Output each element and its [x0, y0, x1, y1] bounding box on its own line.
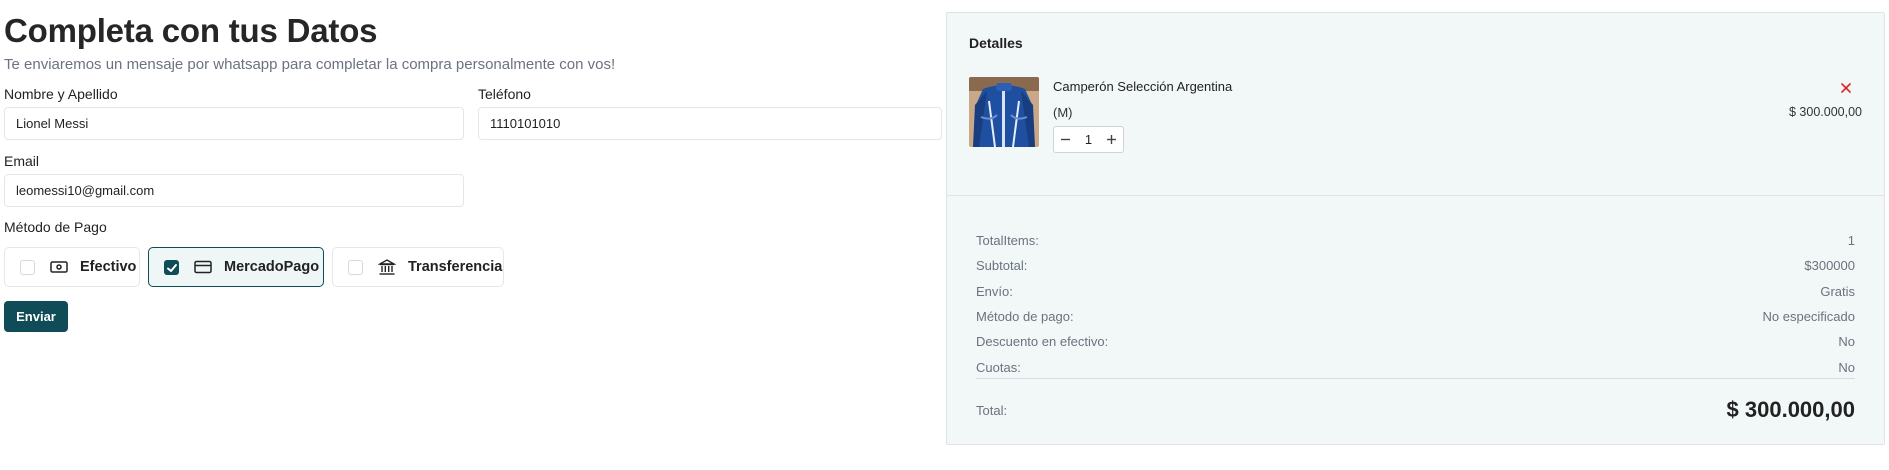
summary-label: Envío:	[976, 284, 1013, 299]
summary-value: No	[1838, 360, 1855, 375]
checkbox[interactable]	[20, 259, 35, 275]
close-icon	[1841, 83, 1851, 93]
minus-icon	[1061, 138, 1070, 141]
quantity-value: 1	[1084, 132, 1093, 147]
product-size: (M)	[1053, 105, 1073, 120]
summary-value: Gratis	[1820, 284, 1855, 299]
name-input[interactable]	[4, 107, 464, 140]
checkbox-checked[interactable]	[164, 259, 179, 275]
email-label: Email	[4, 153, 40, 169]
product-image	[969, 77, 1039, 147]
payment-option-label: Transferencia	[408, 259, 503, 275]
credit-card-icon	[194, 258, 212, 276]
checkout-form: Completa con tus Datos Te enviaremos un …	[4, 0, 942, 470]
summary-label: Método de pago:	[976, 309, 1074, 324]
total-value: $ 300.000,00	[1726, 397, 1855, 422]
plus-icon	[1107, 135, 1116, 144]
quantity-stepper: 1	[1053, 126, 1124, 153]
payment-option-transferencia[interactable]: Transferencia	[332, 247, 504, 287]
summary-row-shipping: Envío: Gratis	[976, 284, 1855, 304]
page-subtitle: Te enviaremos un mensaje por whatsapp pa…	[4, 56, 616, 73]
summary-value: No	[1838, 334, 1855, 349]
phone-input[interactable]	[478, 107, 942, 140]
email-input[interactable]	[4, 174, 464, 207]
divider	[947, 195, 1884, 196]
payment-option-mercadopago[interactable]: MercadoPago	[148, 247, 324, 287]
name-label: Nombre y Apellido	[4, 86, 118, 102]
summary-label: Descuento en efectivo:	[976, 334, 1109, 349]
summary-row-subtotal: Subtotal: $300000	[976, 258, 1855, 278]
increase-quantity-button[interactable]	[1100, 127, 1123, 152]
payment-method-label: Método de Pago	[4, 219, 107, 235]
summary-row-installments: Cuotas: No	[976, 360, 1855, 380]
remove-item-button[interactable]	[1838, 80, 1854, 96]
product-name: Camperón Selección Argentina	[1053, 79, 1233, 94]
phone-label: Teléfono	[478, 86, 531, 102]
page-title: Completa con tus Datos	[4, 12, 378, 49]
bank-icon	[378, 258, 396, 276]
summary-value: $300000	[1804, 258, 1855, 273]
payment-option-label: Efectivo	[80, 259, 137, 275]
payment-option-efectivo[interactable]: Efectivo	[4, 247, 140, 287]
summary-value: 1	[1847, 233, 1855, 248]
banknote-icon	[50, 258, 68, 276]
product-price: $ 300.000,00	[1789, 105, 1862, 119]
summary-label: TotalItems:	[976, 233, 1039, 248]
total-label: Total:	[976, 403, 1008, 418]
summary-row-cash-discount: Descuento en efectivo: No	[976, 334, 1855, 354]
payment-option-label: MercadoPago	[224, 259, 320, 275]
send-button[interactable]: Enviar	[4, 301, 68, 332]
divider	[976, 378, 1855, 379]
order-details-panel: Detalles Camperón Selección Argentina (M…	[946, 12, 1885, 445]
summary-row-payment-method: Método de pago: No especificado	[976, 309, 1855, 329]
decrease-quantity-button[interactable]	[1054, 127, 1077, 152]
summary-value: No especificado	[1762, 309, 1856, 324]
checkbox[interactable]	[348, 259, 363, 275]
summary-row-total-items: TotalItems: 1	[976, 233, 1855, 253]
summary-label: Cuotas:	[976, 360, 1021, 375]
details-title: Detalles	[969, 35, 1023, 51]
summary-label: Subtotal:	[976, 258, 1028, 273]
